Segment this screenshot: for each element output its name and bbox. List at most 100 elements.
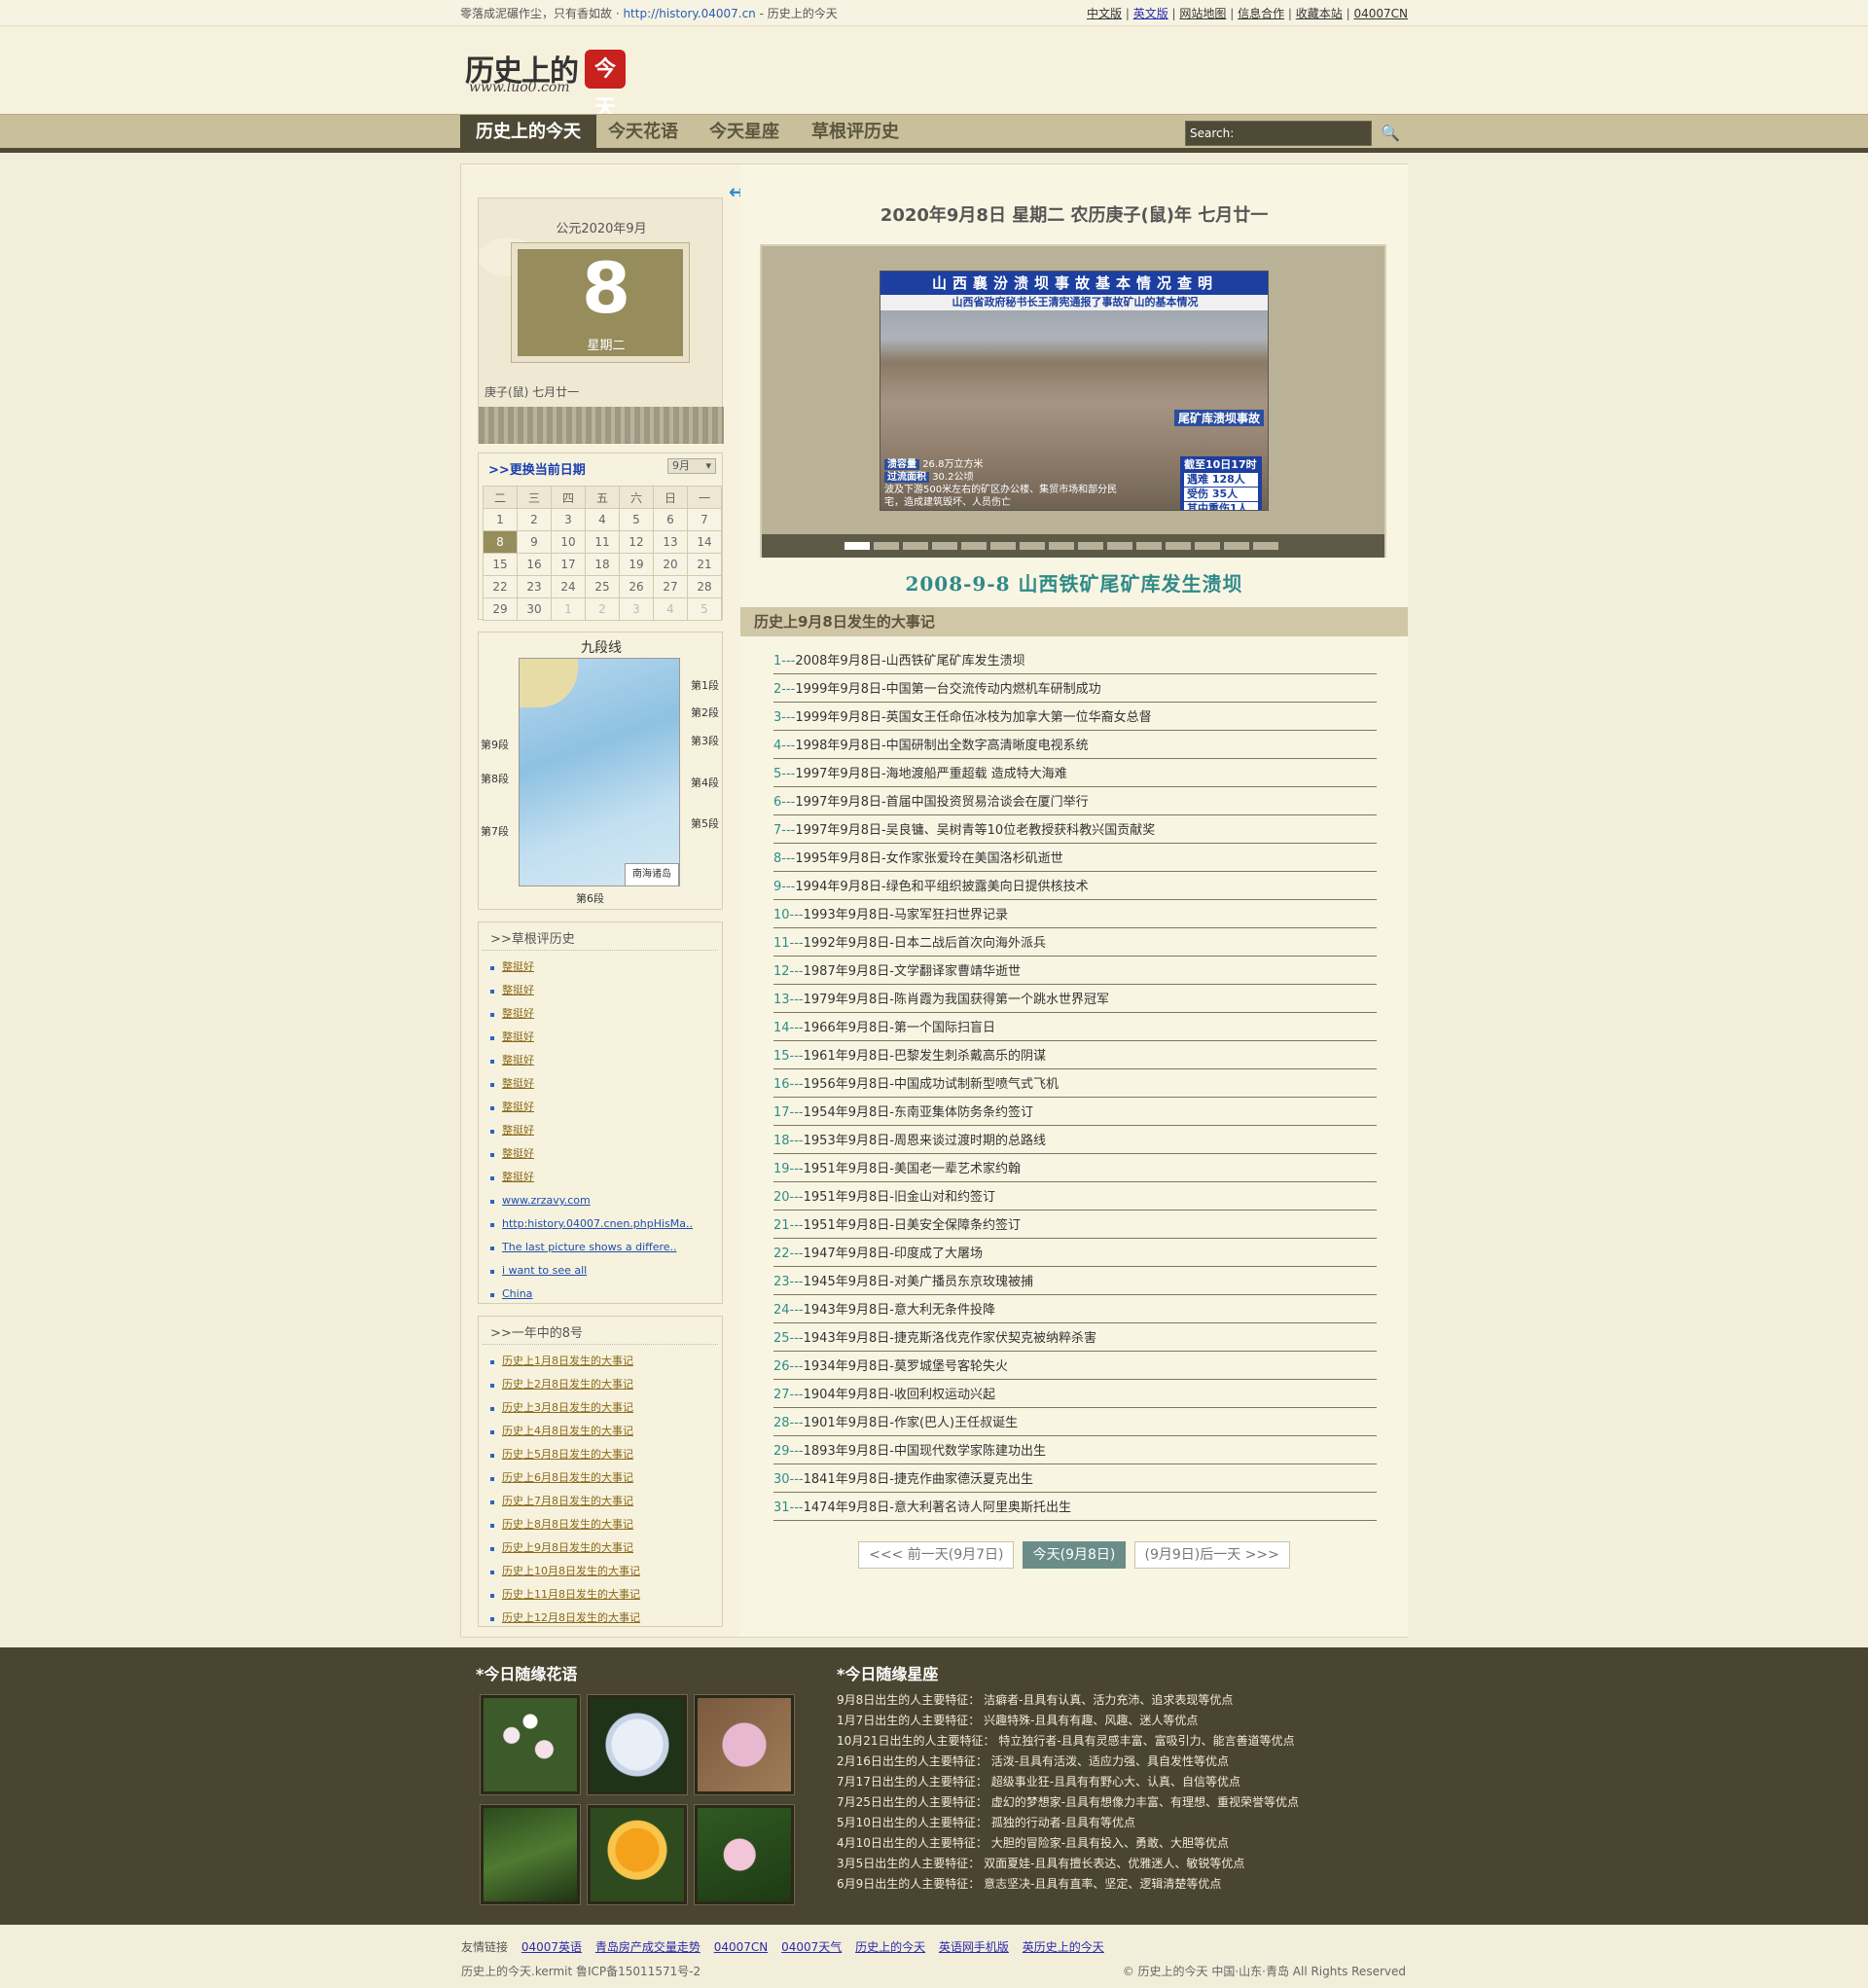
event-link[interactable]: 1934年9月8日-莫罗城堡号客轮失火 xyxy=(804,1359,1008,1374)
event-link[interactable]: 1943年9月8日-捷克斯洛伐克作家伏契克被纳粹杀害 xyxy=(804,1331,1096,1346)
star-trait[interactable]: 6月9日出生的人主要特征： 意志坚决-且具有直率、坚定、逻辑清楚等优点 xyxy=(837,1874,1299,1895)
friend-link[interactable]: 04007英语 xyxy=(521,1940,582,1954)
star-trait[interactable]: 4月10日出生的人主要特征： 大胆的冒险家-且具有投入、勇敢、大胆等优点 xyxy=(837,1833,1299,1854)
flower-photo-3[interactable] xyxy=(694,1694,795,1795)
grassroots-link[interactable]: China xyxy=(502,1287,532,1300)
event-row[interactable]: 16---1956年9月8日-中国成功试制新型喷气式飞机 xyxy=(773,1069,1377,1098)
flower-photo-4[interactable] xyxy=(480,1804,581,1905)
grassroots-link[interactable]: 整挺好 xyxy=(502,1054,534,1066)
calendar-day[interactable]: 24 xyxy=(551,575,586,598)
calendar-day[interactable]: 23 xyxy=(517,575,552,598)
event-row[interactable]: 25---1943年9月8日-捷克斯洛伐克作家伏契克被纳粹杀害 xyxy=(773,1323,1377,1352)
grassroots-link[interactable]: 整挺好 xyxy=(502,984,534,996)
event-row[interactable]: 11---1992年9月8日-日本二战后首次向海外派兵 xyxy=(773,928,1377,957)
friend-link[interactable]: 04007CN xyxy=(714,1940,769,1954)
month-select[interactable]: 9月 ▾ xyxy=(667,458,716,474)
search-input[interactable]: Search: xyxy=(1185,121,1372,146)
month-8th-link[interactable]: 历史上1月8日发生的大事记 xyxy=(502,1355,633,1367)
event-link[interactable]: 1993年9月8日-马家军狂扫世界记录 xyxy=(804,908,1008,922)
calendar-day[interactable]: 21 xyxy=(687,553,722,576)
next-day-button[interactable]: (9月9日)后一天 >>> xyxy=(1133,1541,1290,1569)
grassroots-link[interactable]: http:history.04007.cnen.phpHisMa.. xyxy=(502,1217,693,1230)
event-link[interactable]: 1997年9月8日-吴良镛、吴树青等10位老教授获科教兴国贡献奖 xyxy=(795,823,1155,838)
slide-dot[interactable] xyxy=(932,542,957,550)
month-8th-link[interactable]: 历史上5月8日发生的大事记 xyxy=(502,1448,633,1461)
slide-dot-active[interactable] xyxy=(844,542,870,550)
event-row[interactable]: 21---1951年9月8日-日美安全保障条约签订 xyxy=(773,1211,1377,1239)
event-link[interactable]: 1994年9月8日-绿色和平组织披露美向日提供核技术 xyxy=(795,880,1088,894)
calendar-day[interactable]: 10 xyxy=(551,530,586,554)
event-row[interactable]: 27---1904年9月8日-收回利权运动兴起 xyxy=(773,1380,1377,1408)
month-8th-link[interactable]: 历史上12月8日发生的大事记 xyxy=(502,1611,640,1624)
event-row[interactable]: 29---1893年9月8日-中国现代数学家陈建功出生 xyxy=(773,1436,1377,1464)
calendar-day[interactable]: 19 xyxy=(619,553,654,576)
event-row[interactable]: 13---1979年9月8日-陈肖霞为我国获得第一个跳水世界冠军 xyxy=(773,985,1377,1013)
flower-photo-2[interactable] xyxy=(587,1694,688,1795)
event-link[interactable]: 1995年9月8日-女作家张爱玲在美国洛杉矶逝世 xyxy=(795,851,1062,866)
calendar-day-next-month[interactable]: 3 xyxy=(619,597,654,621)
flower-photo-6[interactable] xyxy=(694,1804,795,1905)
event-link[interactable]: 1474年9月8日-意大利著名诗人阿里奥斯托出生 xyxy=(804,1500,1071,1515)
event-row[interactable]: 14---1966年9月8日-第一个国际扫盲日 xyxy=(773,1013,1377,1041)
top-link-sitemap[interactable]: 网站地图 xyxy=(1179,7,1226,20)
calendar-day-next-month[interactable]: 4 xyxy=(653,597,688,621)
event-link[interactable]: 1956年9月8日-中国成功试制新型喷气式飞机 xyxy=(804,1077,1059,1092)
grassroots-link[interactable]: 整挺好 xyxy=(502,1171,534,1183)
slide-dot[interactable] xyxy=(1166,542,1191,550)
star-trait[interactable]: 1月7日出生的人主要特征： 兴趣特殊-且具有有趣、风趣、迷人等优点 xyxy=(837,1711,1299,1731)
friend-link[interactable]: 英历史上的今天 xyxy=(1023,1940,1104,1954)
event-row[interactable]: 15---1961年9月8日-巴黎发生刺杀戴高乐的阴谋 xyxy=(773,1041,1377,1069)
calendar-day[interactable]: 25 xyxy=(585,575,620,598)
calendar-day[interactable]: 17 xyxy=(551,553,586,576)
slide-dot[interactable] xyxy=(1195,542,1220,550)
grassroots-link[interactable]: 整挺好 xyxy=(502,960,534,973)
grassroots-link[interactable]: i want to see all xyxy=(502,1264,587,1277)
event-row[interactable]: 12---1987年9月8日-文学翻译家曹靖华逝世 xyxy=(773,957,1377,985)
event-link[interactable]: 1904年9月8日-收回利权运动兴起 xyxy=(804,1388,995,1402)
slide-dot[interactable] xyxy=(1224,542,1249,550)
event-link[interactable]: 1841年9月8日-捷克作曲家德沃夏克出生 xyxy=(804,1472,1033,1487)
event-row[interactable]: 19---1951年9月8日-美国老一辈艺术家约翰 xyxy=(773,1154,1377,1182)
slide-dot[interactable] xyxy=(1253,542,1278,550)
event-row[interactable]: 17---1954年9月8日-东南亚集体防务条约签订 xyxy=(773,1098,1377,1126)
grassroots-link[interactable]: The last picture shows a differe.. xyxy=(502,1241,677,1253)
event-row[interactable]: 18---1953年9月8日-周恩来谈过渡时期的总路线 xyxy=(773,1126,1377,1154)
today-button[interactable]: 今天(9月8日) xyxy=(1022,1541,1127,1569)
event-link[interactable]: 1997年9月8日-首届中国投资贸易洽谈会在厦门举行 xyxy=(795,795,1088,810)
slide-dot[interactable] xyxy=(874,542,899,550)
grassroots-link[interactable]: 整挺好 xyxy=(502,1147,534,1160)
star-trait[interactable]: 5月10日出生的人主要特征： 孤独的行动者-且具有等优点 xyxy=(837,1813,1299,1833)
change-date-link[interactable]: >>更换当前日期 xyxy=(488,459,586,478)
star-trait[interactable]: 7月17日出生的人主要特征： 超级事业狂-且具有有野心大、认真、自信等优点 xyxy=(837,1772,1299,1792)
event-row[interactable]: 3---1999年9月8日-英国女王任命伍冰枝为加拿大第一位华裔女总督 xyxy=(773,703,1377,731)
event-row[interactable]: 31---1474年9月8日-意大利著名诗人阿里奥斯托出生 xyxy=(773,1493,1377,1521)
calendar-day[interactable]: 1 xyxy=(483,508,518,531)
event-row[interactable]: 24---1943年9月8日-意大利无条件投降 xyxy=(773,1295,1377,1323)
slide-dot[interactable] xyxy=(903,542,928,550)
star-trait[interactable]: 2月16日出生的人主要特征： 活泼-且具有活泼、适应力强、具自发性等优点 xyxy=(837,1752,1299,1772)
prev-day-button[interactable]: <<< 前一天(9月7日) xyxy=(858,1541,1015,1569)
month-8th-link[interactable]: 历史上11月8日发生的大事记 xyxy=(502,1588,640,1601)
calendar-day[interactable]: 5 xyxy=(619,508,654,531)
calendar-day[interactable]: 28 xyxy=(687,575,722,598)
slide-dot[interactable] xyxy=(1107,542,1132,550)
calendar-day[interactable]: 3 xyxy=(551,508,586,531)
star-trait[interactable]: 9月8日出生的人主要特征： 洁癖者-且具有认真、活力充沛、追求表现等优点 xyxy=(837,1690,1299,1711)
top-link-english[interactable]: 英文版 xyxy=(1133,7,1168,20)
friend-link[interactable]: 历史上的今天 xyxy=(855,1940,925,1954)
event-link[interactable]: 1943年9月8日-意大利无条件投降 xyxy=(804,1303,995,1318)
calendar-day[interactable]: 15 xyxy=(483,553,518,576)
event-row[interactable]: 20---1951年9月8日-旧金山对和约签订 xyxy=(773,1182,1377,1211)
calendar-day[interactable]: 12 xyxy=(619,530,654,554)
calendar-day-next-month[interactable]: 5 xyxy=(687,597,722,621)
month-8th-link[interactable]: 历史上8月8日发生的大事记 xyxy=(502,1518,633,1531)
calendar-day-next-month[interactable]: 2 xyxy=(585,597,620,621)
calendar-day[interactable]: 22 xyxy=(483,575,518,598)
slide-dot[interactable] xyxy=(1020,542,1045,550)
month-8th-link[interactable]: 历史上9月8日发生的大事记 xyxy=(502,1541,633,1554)
nav-item-history-today[interactable]: 历史上的今天 xyxy=(460,115,596,149)
calendar-day[interactable]: 7 xyxy=(687,508,722,531)
star-trait[interactable]: 7月25日出生的人主要特征： 虚幻的梦想家-且具有想像力丰富、有理想、重视荣誉等… xyxy=(837,1792,1299,1813)
featured-headline[interactable]: 2008-9-8 山西铁矿尾矿库发生溃坝 xyxy=(740,568,1408,596)
slide-dot[interactable] xyxy=(1049,542,1074,550)
